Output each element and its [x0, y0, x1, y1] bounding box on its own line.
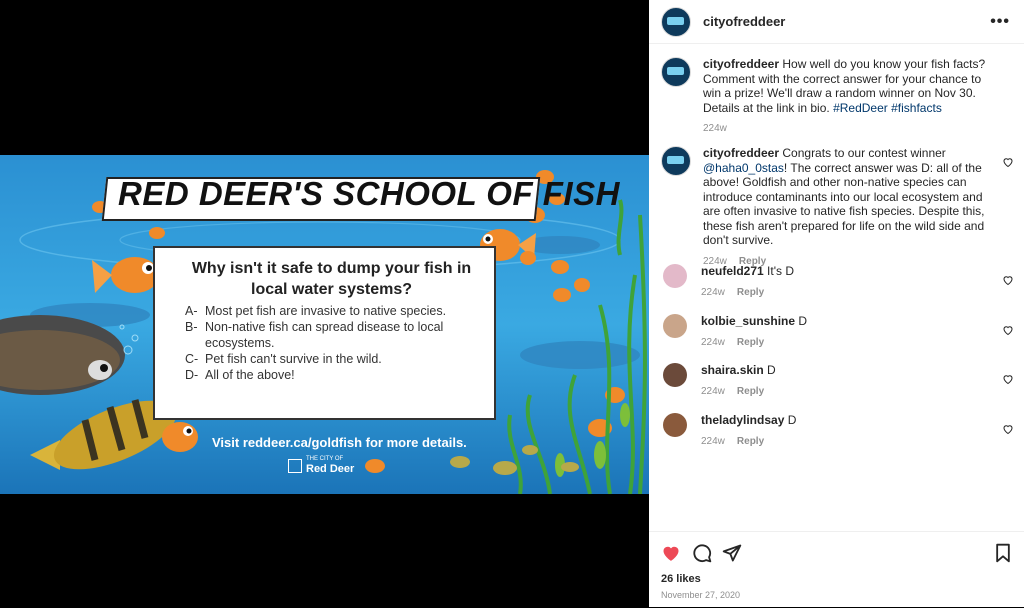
avatar[interactable] — [663, 314, 687, 338]
city-logo-name: Red Deer — [306, 463, 355, 475]
reply-button[interactable]: Reply — [737, 436, 764, 447]
comment-age[interactable]: 224w — [701, 337, 725, 348]
like-comment-icon[interactable] — [1002, 423, 1014, 435]
comment-item: theladylindsay D 224w Reply — [661, 413, 1014, 449]
comments-list[interactable]: cityofreddeer How well do you know your … — [649, 44, 1024, 530]
comment-username[interactable]: theladylindsay — [701, 413, 784, 427]
option-text: Non-native fish can spread disease to lo… — [205, 320, 444, 350]
comment-text: It's D — [767, 264, 795, 278]
comment-username[interactable]: neufeld271 — [701, 264, 764, 278]
option-a: A- Most pet fish are invasive to native s… — [185, 303, 478, 319]
avatar[interactable] — [663, 264, 687, 288]
share-icon[interactable] — [722, 543, 742, 563]
question-title: Why isn't it safe to dump your fish in l… — [191, 260, 472, 298]
city-logo: THE CITY OF Red Deer — [288, 456, 354, 475]
bookmark-icon[interactable] — [994, 543, 1012, 563]
post-date[interactable]: November 27, 2020 — [661, 590, 740, 600]
comment-text: D — [787, 413, 797, 427]
like-comment-icon[interactable] — [1002, 324, 1014, 336]
comment-age[interactable]: 224w — [701, 436, 725, 447]
post-image[interactable]: RED DEER'S SCHOOL OF FISH Why isn't it s… — [0, 155, 649, 494]
caption: cityofreddeer How well do you know your … — [661, 57, 1014, 137]
avatar[interactable] — [661, 146, 691, 176]
option-text: Most pet fish are invasive to native spe… — [205, 304, 447, 318]
city-logo-small: THE CITY OF — [306, 456, 344, 462]
comment-text: D — [767, 363, 776, 377]
option-letter: D- — [185, 368, 199, 382]
option-text: Pet fish can't survive in the wild. — [205, 352, 382, 366]
avatar[interactable] — [663, 413, 687, 437]
option-c: C- Pet fish can't survive in the wild. — [185, 351, 478, 367]
option-letter: A- — [185, 304, 198, 318]
like-comment-icon[interactable] — [1002, 156, 1014, 168]
more-options-icon[interactable]: ••• — [990, 13, 1010, 31]
comment-text: Congrats to our contest winner — [782, 146, 946, 160]
comment-text: D — [798, 314, 808, 328]
comment-age[interactable]: 224w — [701, 386, 725, 397]
reply-button[interactable]: Reply — [737, 337, 764, 348]
comment-username[interactable]: cityofreddeer — [703, 146, 779, 160]
visit-url-text: Visit reddeer.ca/goldfish for more detai… — [212, 435, 467, 450]
comment-username[interactable]: kolbie_sunshine — [701, 314, 795, 328]
option-text: All of the above! — [205, 368, 295, 382]
comment-item: kolbie_sunshine D 224w Reply — [661, 314, 1014, 350]
likes-count[interactable]: 26 likes — [661, 573, 701, 585]
reply-button[interactable]: Reply — [737, 386, 764, 397]
like-icon[interactable] — [661, 543, 681, 563]
caption-age[interactable]: 224w — [703, 123, 727, 134]
post-header: cityofreddeer ••• — [649, 0, 1024, 44]
header-username[interactable]: cityofreddeer — [703, 14, 785, 29]
caption-username[interactable]: cityofreddeer — [703, 57, 779, 71]
comment-item: neufeld271 It's D 224w Reply — [661, 264, 1014, 300]
comment-age[interactable]: 224w — [701, 287, 725, 298]
comment-item: shaira.skin D 224w Reply — [661, 363, 1014, 399]
avatar[interactable] — [661, 57, 691, 87]
hashtag-link[interactable]: #fishfacts — [891, 101, 942, 115]
comment-item: cityofreddeer Congrats to our contest wi… — [661, 146, 1014, 269]
avatar[interactable] — [663, 363, 687, 387]
question-card: Why isn't it safe to dump your fish in l… — [153, 246, 496, 420]
city-logo-mark — [288, 458, 302, 473]
post-sidebar: cityofreddeer ••• cityofreddeer How well… — [649, 0, 1024, 607]
post-actions: 26 likes November 27, 2020 — [649, 531, 1024, 608]
poster-banner-title: RED DEER'S SCHOOL OF FISH — [118, 175, 620, 212]
comment-icon[interactable] — [692, 543, 712, 563]
option-b: B- Non-native fish can spread disease to … — [185, 319, 478, 351]
hashtag-link[interactable]: #RedDeer — [833, 101, 888, 115]
like-comment-icon[interactable] — [1002, 373, 1014, 385]
like-comment-icon[interactable] — [1002, 274, 1014, 286]
option-letter: B- — [185, 320, 198, 334]
reply-button[interactable]: Reply — [737, 287, 764, 298]
comment-username[interactable]: shaira.skin — [701, 363, 764, 377]
mention-link[interactable]: @haha0_0stas — [703, 161, 784, 175]
post-media: RED DEER'S SCHOOL OF FISH Why isn't it s… — [0, 0, 649, 607]
option-d: D- All of the above! — [185, 367, 478, 383]
avatar[interactable] — [661, 6, 691, 37]
option-letter: C- — [185, 352, 199, 366]
